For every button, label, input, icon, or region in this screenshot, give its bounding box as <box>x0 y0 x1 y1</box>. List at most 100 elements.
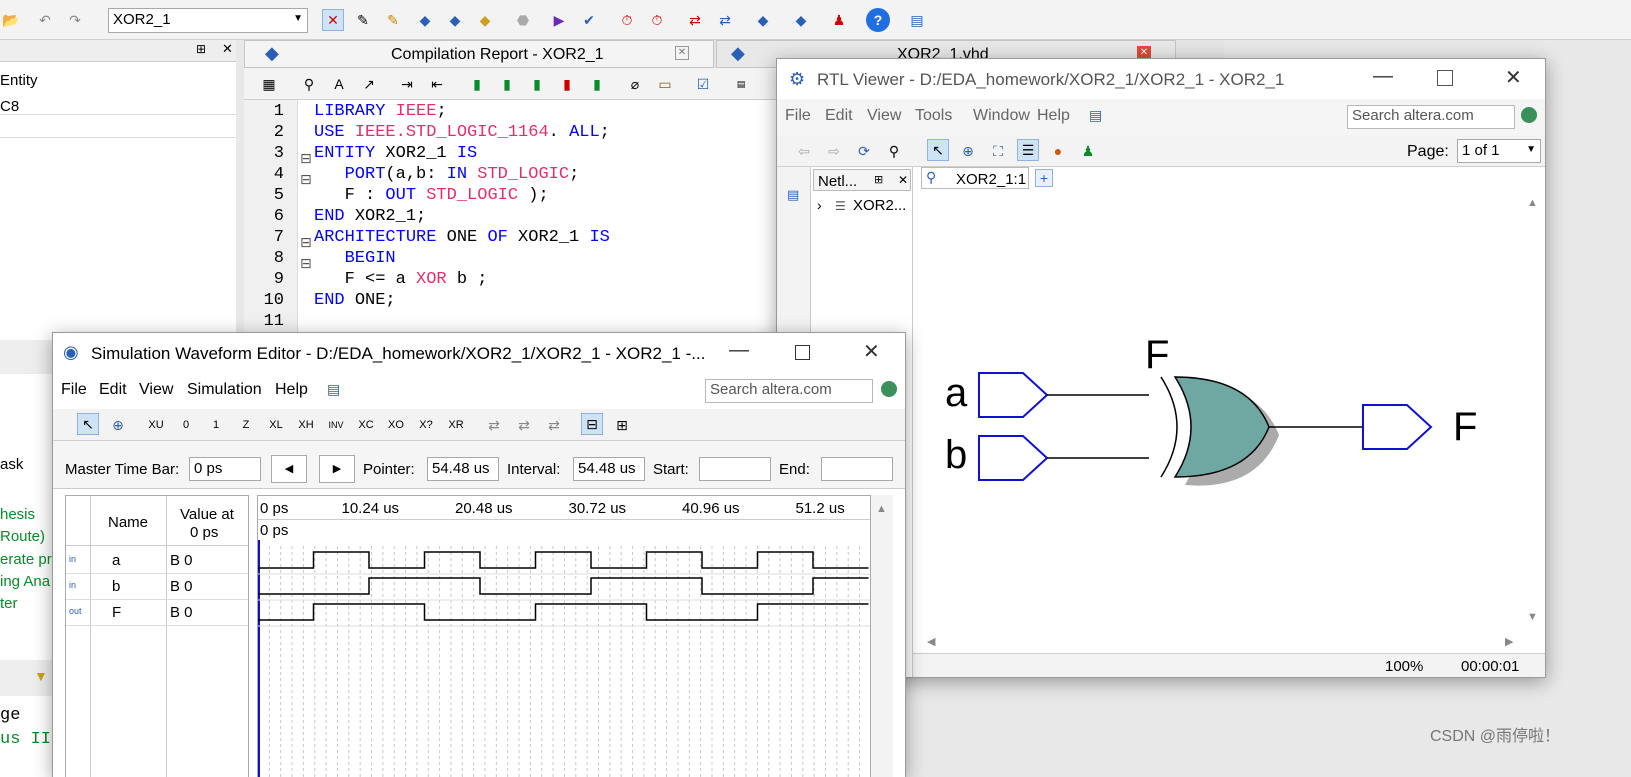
schematic-tab[interactable]: ⚲ XOR2_1:1 <box>921 167 1029 189</box>
hierarchy-icon[interactable]: ☰ <box>1017 139 1039 161</box>
replace-icon[interactable]: A <box>328 73 350 95</box>
start-analysis-icon[interactable]: ✔ <box>578 9 600 31</box>
color-icon[interactable]: ● <box>1047 140 1069 162</box>
help-icon[interactable]: ? <box>866 8 890 32</box>
entity-combo[interactable]: XOR2_1 ▼ <box>108 8 308 33</box>
grid-icon[interactable]: ⊞ <box>611 414 633 436</box>
menu-file[interactable]: File <box>785 107 811 125</box>
close-icon[interactable]: ✕ <box>1505 65 1522 90</box>
weak-high-icon[interactable]: XH <box>295 414 317 436</box>
find-icon[interactable]: ⚲ <box>883 140 905 162</box>
sim-titlebar[interactable]: ◉ Simulation Waveform Editor - D:/EDA_ho… <box>53 333 905 373</box>
back-icon[interactable]: ⇦ <box>793 140 815 162</box>
zoom-icon[interactable]: ⊕ <box>107 414 129 436</box>
globe-icon[interactable] <box>1521 107 1537 123</box>
comment-icon[interactable]: ▤ <box>327 381 340 398</box>
end-input[interactable] <box>821 457 893 481</box>
pin-icon[interactable]: ⊞ <box>196 42 206 56</box>
fold-icon[interactable]: ⊟ <box>300 255 312 272</box>
undo-icon[interactable]: ↶ <box>34 9 56 31</box>
menu-help[interactable]: Help <box>1037 107 1070 125</box>
page-select[interactable]: 1 of 1 ▼ <box>1457 139 1541 163</box>
run-timing-icon[interactable]: ⇄ <box>513 414 535 436</box>
maximize-icon[interactable] <box>1437 70 1453 86</box>
minimize-icon[interactable]: — <box>1373 65 1393 88</box>
settings-icon[interactable]: ✎ <box>382 9 404 31</box>
refresh-icon[interactable]: ⟳ <box>853 140 875 162</box>
chip-planner-icon[interactable]: ⇄ <box>714 9 736 31</box>
generate-netlist-icon[interactable]: ⇄ <box>543 414 565 436</box>
output-port-f[interactable] <box>1362 404 1433 450</box>
netlist-tab[interactable]: Netl... ⊞ ✕ <box>813 169 911 191</box>
tree-item[interactable]: XOR2... <box>853 197 906 214</box>
fold-icon[interactable]: ⊟ <box>300 234 312 251</box>
start-compilation-icon[interactable]: ▶ <box>548 9 570 31</box>
menu-edit[interactable]: Edit <box>825 107 853 125</box>
force-high-icon[interactable]: 1 <box>205 414 227 436</box>
schematic-canvas[interactable]: a b F F <box>917 191 1527 631</box>
redo-icon[interactable]: ↷ <box>64 9 86 31</box>
filter-icon[interactable]: ▼ <box>34 668 48 684</box>
ip-catalog-icon[interactable]: ◆ <box>790 9 812 31</box>
chevron-right-icon[interactable]: › <box>817 197 822 213</box>
task-row[interactable]: erate pr <box>0 551 52 568</box>
task-row[interactable]: ter <box>0 595 18 612</box>
fold-icon[interactable]: ⊟ <box>300 171 312 188</box>
close-icon[interactable]: ✕ <box>863 339 880 364</box>
waveform-area[interactable]: 0 ps 10.24 us 20.48 us 30.72 us 40.96 us 51.2… <box>257 495 871 777</box>
close-icon[interactable]: ✕ <box>898 173 908 187</box>
timing-analyzer-icon[interactable]: ⏱ <box>616 9 638 31</box>
task-row[interactable]: Route) <box>0 528 45 545</box>
forward-icon[interactable]: ⇨ <box>823 140 845 162</box>
input-port-a[interactable] <box>978 372 1049 418</box>
table-row[interactable]: in a B 0 <box>66 548 248 574</box>
zoom-icon[interactable]: ⊕ <box>957 140 979 162</box>
snap-grid-icon[interactable]: ⊟ <box>581 413 603 435</box>
menu-view[interactable]: View <box>867 107 901 125</box>
signaltap-icon[interactable]: ♟ <box>828 9 850 31</box>
table-row[interactable]: out F B 0 <box>66 600 248 626</box>
scroll-up-icon[interactable]: ▲ <box>876 503 887 515</box>
scroll-up-icon[interactable]: ▲ <box>1527 197 1538 209</box>
check-icon[interactable]: ☑ <box>692 73 714 95</box>
attach-icon[interactable]: ⌀ <box>624 73 646 95</box>
random-value-icon[interactable]: XR <box>445 414 467 436</box>
scroll-down-icon[interactable]: ▼ <box>1527 611 1538 623</box>
fold-icon[interactable]: ⊟ <box>300 150 312 167</box>
menu-window[interactable]: Window <box>973 107 1030 125</box>
menu-file[interactable]: File <box>61 381 87 399</box>
wave-scrollbar[interactable]: ▲ <box>871 495 893 777</box>
task-row[interactable]: hesis <box>0 506 35 523</box>
scroll-right-icon[interactable]: ▶ <box>1505 635 1513 648</box>
scroll-left-icon[interactable]: ◀ <box>927 635 935 648</box>
stop-icon[interactable]: ⬣ <box>512 9 534 31</box>
comment-icon[interactable]: ▤ <box>906 9 928 31</box>
close-icon[interactable]: ✕ <box>675 46 689 60</box>
task-row[interactable]: ing Ana <box>0 573 50 590</box>
prev-transition-button[interactable]: ◀ <box>271 455 307 483</box>
xor-gate[interactable] <box>1160 376 1279 486</box>
select-icon[interactable]: ↖ <box>77 413 99 435</box>
uninitialized-icon[interactable]: XU <box>145 414 167 436</box>
master-time-input[interactable]: 0 ps <box>189 457 261 481</box>
netlist-icon[interactable]: ⇄ <box>684 9 706 31</box>
count-value-icon[interactable]: XC <box>355 414 377 436</box>
pin-planner-icon[interactable]: ✎ <box>352 9 374 31</box>
menu-view[interactable]: View <box>139 381 173 399</box>
tab-compilation-report[interactable]: ◆ Compilation Report - XOR2_1 ✕ <box>244 40 714 68</box>
run-functional-icon[interactable]: ⇄ <box>483 414 505 436</box>
globe-icon[interactable] <box>881 381 897 397</box>
pin-icon[interactable]: ⊞ <box>874 173 883 186</box>
template-icon[interactable]: ▭ <box>654 73 676 95</box>
add-tab-icon[interactable]: + <box>1035 169 1053 187</box>
force-low-icon[interactable]: 0 <box>175 414 197 436</box>
bookmark-clear-icon[interactable]: ▮ <box>556 73 578 95</box>
line-number-icon[interactable]: ▤ <box>730 73 752 95</box>
netlist-icon[interactable]: ♟ <box>1077 140 1099 162</box>
maximize-icon[interactable] <box>795 345 810 360</box>
arbitrary-value-icon[interactable]: X? <box>415 414 437 436</box>
high-impedance-icon[interactable]: Z <box>235 414 257 436</box>
menu-help[interactable]: Help <box>275 381 308 399</box>
comment-icon[interactable]: ▤ <box>787 187 799 203</box>
close-icon[interactable]: ✕ <box>222 41 233 57</box>
